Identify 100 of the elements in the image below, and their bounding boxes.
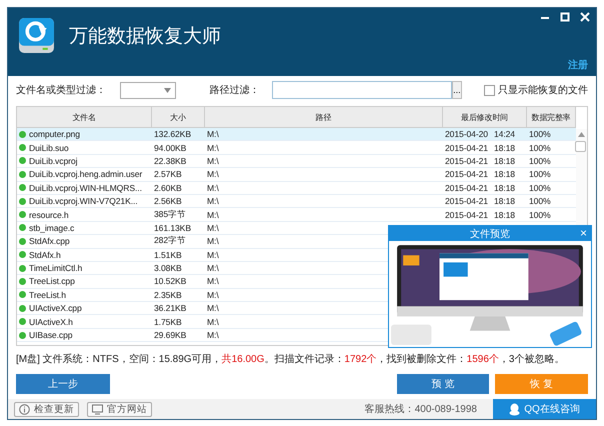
person-icon bbox=[509, 402, 520, 416]
scan-summary: [M盘] 文件系统：NTFS，空间：15.89G可用，共16.00G。扫描文件记录：1792个，找到被删除文件：1596个，3个被忽略。 bbox=[15, 352, 566, 367]
path-filter-label: 路径过滤： bbox=[210, 84, 260, 97]
file-name: TreeList.cpp bbox=[29, 276, 75, 286]
file-name: stb_image.c bbox=[29, 222, 74, 233]
column-header[interactable]: 最后修改时间 bbox=[443, 107, 527, 127]
modified-date: 2015-04-21 bbox=[445, 196, 488, 206]
file-size: 282字节 bbox=[154, 235, 186, 248]
file-size: 10.52KB bbox=[154, 276, 186, 286]
browse-button[interactable]: ... bbox=[452, 81, 462, 99]
integrity-value: 100% bbox=[529, 129, 551, 140]
file-path: M:\ bbox=[207, 276, 219, 286]
file-name: UIActiveX.h bbox=[29, 316, 73, 327]
path-filter-field[interactable] bbox=[272, 81, 452, 99]
file-size: 36.21KB bbox=[154, 303, 186, 314]
modified-date: 2015-04-21 bbox=[445, 210, 488, 220]
integrity-value: 100% bbox=[529, 156, 551, 166]
file-row[interactable]: DuiLib.vcproj 22.38KB M:\ 2015-04-21 18:18 100% bbox=[17, 154, 576, 168]
file-name: DuiLib.vcproj.WIN-V7Q21K... bbox=[29, 196, 138, 206]
file-path: M:\ bbox=[207, 290, 219, 300]
check-update-button[interactable]: 检查更新 bbox=[14, 402, 79, 416]
file-size: 132.62KB bbox=[154, 129, 191, 140]
window-title: 万能数据恢复大师 bbox=[69, 24, 221, 48]
monitor-icon bbox=[92, 404, 103, 414]
modified-time: 14:24 bbox=[494, 129, 515, 140]
modified-time: 18:18 bbox=[494, 210, 515, 220]
close-button[interactable]: × bbox=[580, 226, 587, 241]
modified-time: 18:18 bbox=[494, 182, 515, 193]
scroll-up-icon[interactable] bbox=[578, 132, 585, 137]
file-path: M:\ bbox=[207, 236, 219, 246]
register-link[interactable]: 注册 bbox=[568, 58, 588, 72]
modified-date: 2015-04-21 bbox=[445, 169, 488, 180]
file-name: computer.png bbox=[29, 129, 80, 140]
integrity-value: 100% bbox=[529, 182, 551, 193]
file-path: M:\ bbox=[207, 303, 219, 314]
file-name: resource.h bbox=[29, 210, 69, 220]
file-size: 1.75KB bbox=[154, 316, 182, 327]
file-row[interactable]: resource.h 385字节 M:\ 2015-04-21 18:18 100% bbox=[17, 208, 576, 222]
file-size: 94.00KB bbox=[154, 142, 186, 153]
file-row[interactable]: DuiLib.vcproj.WIN-HLMQRS... 2.60KB M:\ 2015-04-21 18:18 100% bbox=[17, 182, 576, 195]
file-row[interactable]: DuiLib.vcproj.heng.admin.user 2.57KB M:\ 2015-04-21 18:18 100% bbox=[17, 168, 576, 182]
integrity-value: 100% bbox=[529, 196, 551, 206]
column-header[interactable]: 路径 bbox=[205, 107, 443, 127]
hotline-text: 客服热线：400-089-1998 bbox=[364, 402, 477, 416]
file-name: UIActiveX.cpp bbox=[29, 303, 82, 314]
integrity-value: 100% bbox=[529, 142, 551, 153]
file-path: M:\ bbox=[207, 169, 219, 180]
checkbox[interactable] bbox=[484, 84, 495, 96]
file-size: 29.69KB bbox=[154, 330, 186, 340]
file-size: 2.57KB bbox=[154, 169, 182, 180]
preview-button[interactable]: 预 览 bbox=[397, 374, 489, 394]
modified-date: 2015-04-21 bbox=[445, 142, 488, 153]
column-header[interactable]: 大小 bbox=[152, 107, 205, 127]
integrity-value: 100% bbox=[529, 169, 551, 180]
caret-icon bbox=[164, 88, 171, 92]
file-size: 3.08KB bbox=[154, 263, 182, 274]
checkbox-label[interactable]: 只显示能恢复的文件 bbox=[498, 83, 588, 97]
file-path: M:\ bbox=[207, 250, 219, 260]
filter-label: 文件名或类型过滤： bbox=[16, 84, 106, 97]
file-row[interactable]: DuiLib.suo 94.00KB M:\ 2015-04-21 18:18 100% bbox=[17, 141, 576, 155]
file-name: StdAfx.cpp bbox=[29, 236, 70, 246]
file-name: DuiLib.vcproj bbox=[29, 156, 78, 166]
file-row[interactable]: DuiLib.vcproj.WIN-V7Q21K... 2.56KB M:\ 2015-04-21 18:18 100% bbox=[17, 194, 576, 208]
type-filter-dropdown[interactable] bbox=[120, 82, 176, 98]
file-path: M:\ bbox=[207, 222, 219, 233]
modified-time: 18:18 bbox=[494, 196, 515, 206]
file-path: M:\ bbox=[207, 156, 219, 166]
file-size: 2.35KB bbox=[154, 290, 182, 300]
file-size: 2.56KB bbox=[154, 196, 182, 206]
file-path: M:\ bbox=[207, 196, 219, 206]
file-name: TreeList.h bbox=[29, 290, 66, 300]
integrity-value: 100% bbox=[529, 210, 551, 220]
file-name: TimeLimitCtl.h bbox=[29, 263, 82, 274]
column-header[interactable]: 数据完整率 bbox=[527, 107, 576, 127]
scroll-thumb[interactable] bbox=[575, 141, 586, 152]
modified-date: 2015-04-21 bbox=[445, 156, 488, 166]
column-header[interactable]: 文件名 bbox=[17, 107, 152, 127]
modified-time: 18:18 bbox=[494, 156, 515, 166]
app-logo bbox=[18, 17, 55, 54]
file-size: 2.60KB bbox=[154, 182, 182, 193]
file-name: DuiLib.vcproj.WIN-HLMQRS... bbox=[29, 182, 142, 193]
file-name: StdAfx.h bbox=[29, 250, 61, 260]
file-path: M:\ bbox=[207, 142, 219, 153]
file-size: 1.51KB bbox=[154, 250, 182, 260]
back-button[interactable]: 上一步 bbox=[16, 374, 110, 394]
qq-consult-button[interactable]: QQ在线咨询 bbox=[493, 399, 596, 419]
file-path: M:\ bbox=[207, 263, 219, 274]
modified-time: 18:18 bbox=[494, 169, 515, 180]
file-size: 161.13KB bbox=[154, 222, 191, 233]
file-path: M:\ bbox=[207, 182, 219, 193]
maximize-icon[interactable] bbox=[560, 12, 570, 22]
file-path: M:\ bbox=[207, 330, 219, 340]
file-size: 22.38KB bbox=[154, 156, 186, 166]
close-icon[interactable] bbox=[580, 12, 590, 22]
info-icon bbox=[19, 404, 30, 414]
file-row[interactable]: computer.png 132.62KB M:\ 2015-04-20 14:24 100% bbox=[17, 128, 576, 142]
file-name: DuiLib.suo bbox=[29, 142, 69, 153]
modified-date: 2015-04-21 bbox=[445, 182, 488, 193]
website-button[interactable]: 官方网站 bbox=[87, 402, 152, 416]
file-name: UIBase.cpp bbox=[29, 330, 72, 340]
